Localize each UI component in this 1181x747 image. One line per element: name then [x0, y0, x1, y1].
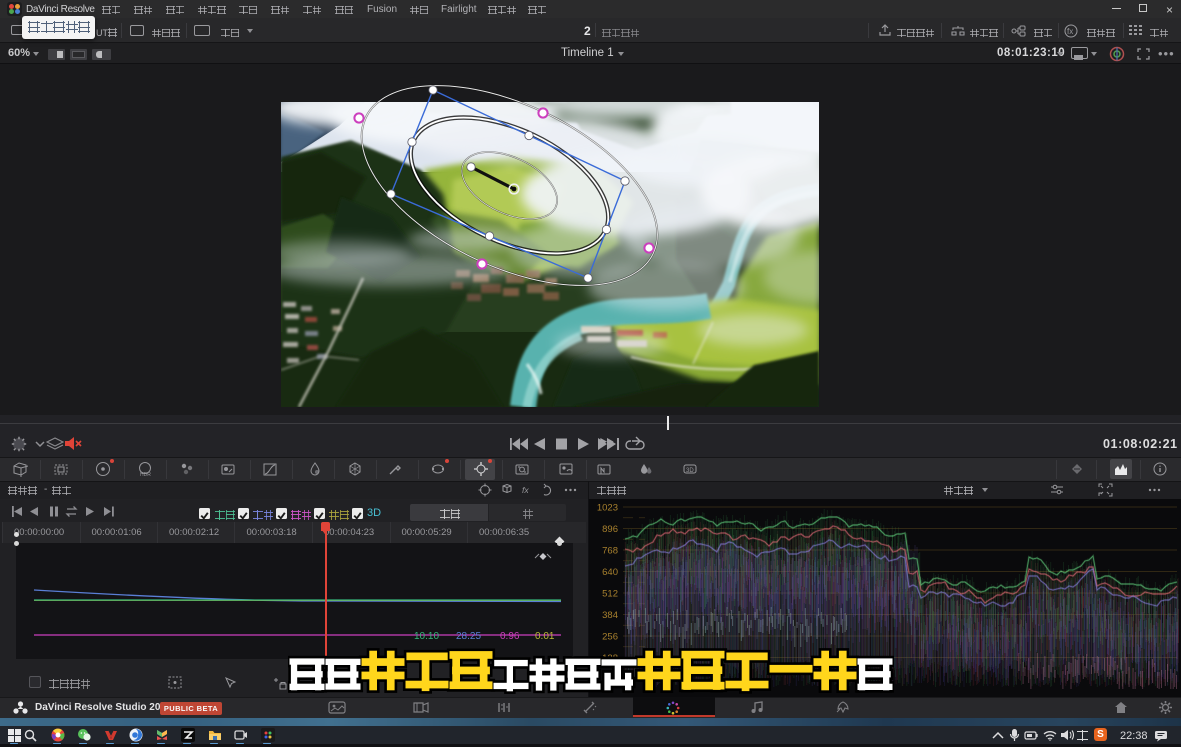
svg-text:640: 640 [602, 567, 618, 578]
svg-text:896: 896 [602, 524, 618, 535]
svg-text:768: 768 [602, 546, 618, 557]
svg-text:3D: 3D [686, 468, 694, 474]
svg-text:fx: fx [522, 485, 529, 495]
svg-text:384: 384 [602, 610, 618, 621]
svg-text:512: 512 [602, 589, 618, 600]
svg-text:fx: fx [1067, 27, 1073, 36]
svg-text:1023: 1023 [597, 503, 618, 514]
svg-text:HDR: HDR [140, 472, 151, 477]
